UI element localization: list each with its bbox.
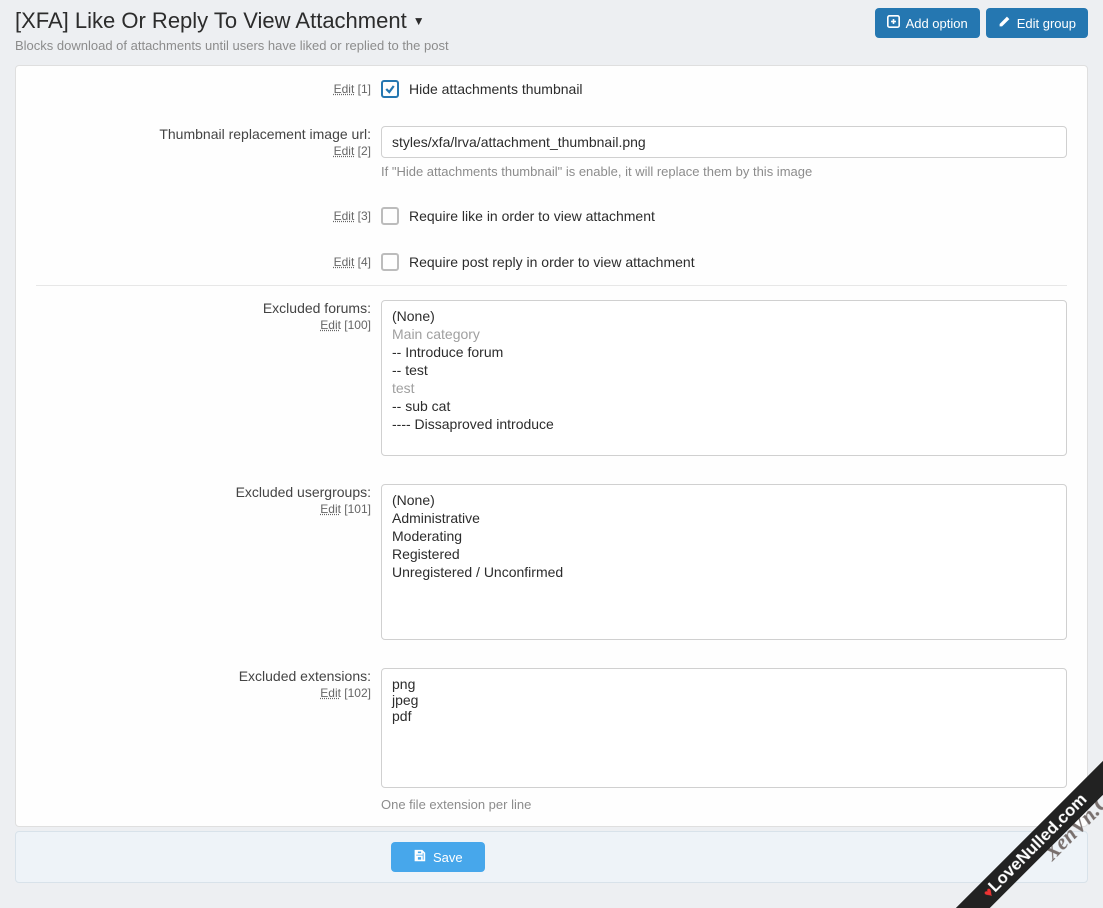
listbox-option[interactable]: -- test — [392, 361, 1056, 379]
edit-link-101[interactable]: Edit — [320, 502, 341, 516]
excluded-extensions-title: Excluded extensions: — [16, 668, 371, 684]
thumbnail-url-input[interactable] — [381, 126, 1067, 158]
listbox-option[interactable]: (None) — [392, 307, 1056, 325]
edit-link-4[interactable]: Edit — [334, 255, 355, 269]
add-option-label: Add option — [906, 16, 968, 31]
row-require-like: Edit [3] Require like in order to view a… — [16, 193, 1087, 239]
hide-thumbnail-checkbox[interactable]: Hide attachments thumbnail — [381, 80, 1067, 98]
excluded-extensions-textarea[interactable] — [381, 668, 1067, 788]
edit-link-100[interactable]: Edit — [320, 318, 341, 332]
page-header: [XFA] Like Or Reply To View Attachment ▼… — [0, 0, 1103, 65]
save-button[interactable]: Save — [391, 842, 485, 872]
edit-num-4: [4] — [358, 255, 371, 269]
plus-square-icon — [887, 15, 900, 31]
edit-group-button[interactable]: Edit group — [986, 8, 1088, 38]
excluded-extensions-help: One file extension per line — [381, 797, 1067, 812]
excluded-forums-listbox[interactable]: (None)Main category-- Introduce forum-- … — [381, 300, 1067, 456]
listbox-option[interactable]: (None) — [392, 491, 1056, 509]
listbox-option[interactable]: -- Introduce forum — [392, 343, 1056, 361]
settings-panel: Edit [1] Hide attachments thumbnail Thum… — [15, 65, 1088, 827]
thumbnail-url-title: Thumbnail replacement image url: — [16, 126, 371, 142]
edit-num-100: [100] — [344, 318, 371, 332]
edit-group-label: Edit group — [1017, 16, 1076, 31]
checkbox-checked-icon — [381, 80, 399, 98]
edit-link-1[interactable]: Edit — [334, 82, 355, 96]
add-option-button[interactable]: Add option — [875, 8, 980, 38]
listbox-option[interactable]: Unregistered / Unconfirmed — [392, 563, 1056, 581]
row-excluded-usergroups: Excluded usergroups: Edit [101] (None)Ad… — [16, 470, 1087, 654]
edit-num-1: [1] — [358, 82, 371, 96]
edit-num-3: [3] — [358, 209, 371, 223]
row-require-reply: Edit [4] Require post reply in order to … — [16, 239, 1087, 285]
edit-num-102: [102] — [344, 686, 371, 700]
listbox-option[interactable]: ---- Dissaproved introduce — [392, 415, 1056, 433]
pencil-icon — [998, 15, 1011, 31]
hide-thumbnail-label: Hide attachments thumbnail — [409, 81, 583, 97]
page-title-text: [XFA] Like Or Reply To View Attachment — [15, 8, 407, 34]
listbox-option[interactable]: -- sub cat — [392, 397, 1056, 415]
row-excluded-forums: Excluded forums: Edit [100] (None)Main c… — [16, 286, 1087, 470]
page-description: Blocks download of attachments until use… — [15, 38, 875, 53]
excluded-usergroups-listbox[interactable]: (None)AdministrativeModeratingRegistered… — [381, 484, 1067, 640]
row-hide-thumbnail: Edit [1] Hide attachments thumbnail — [16, 66, 1087, 112]
thumbnail-url-help: If "Hide attachments thumbnail" is enabl… — [381, 164, 1067, 179]
edit-link-2[interactable]: Edit — [334, 144, 355, 158]
require-like-label: Require like in order to view attachment — [409, 208, 655, 224]
footer-bar: Save — [15, 831, 1088, 883]
row-excluded-extensions: Excluded extensions: Edit [102] One file… — [16, 654, 1087, 826]
listbox-option[interactable]: Main category — [392, 325, 1056, 343]
caret-down-icon: ▼ — [413, 14, 425, 28]
checkbox-unchecked-icon — [381, 253, 399, 271]
save-label: Save — [433, 850, 463, 865]
edit-link-3[interactable]: Edit — [334, 209, 355, 223]
row-thumbnail-url: Thumbnail replacement image url: Edit [2… — [16, 112, 1087, 193]
excluded-forums-title: Excluded forums: — [16, 300, 371, 316]
page-title[interactable]: [XFA] Like Or Reply To View Attachment ▼ — [15, 8, 875, 34]
listbox-option[interactable]: Administrative — [392, 509, 1056, 527]
listbox-option[interactable]: Moderating — [392, 527, 1056, 545]
edit-link-102[interactable]: Edit — [320, 686, 341, 700]
edit-num-2: [2] — [358, 144, 371, 158]
listbox-option[interactable]: test — [392, 379, 1056, 397]
require-reply-checkbox[interactable]: Require post reply in order to view atta… — [381, 253, 1067, 271]
require-reply-label: Require post reply in order to view atta… — [409, 254, 695, 270]
require-like-checkbox[interactable]: Require like in order to view attachment — [381, 207, 1067, 225]
excluded-usergroups-title: Excluded usergroups: — [16, 484, 371, 500]
listbox-option[interactable]: Registered — [392, 545, 1056, 563]
checkbox-unchecked-icon — [381, 207, 399, 225]
save-icon — [413, 849, 426, 865]
edit-num-101: [101] — [344, 502, 371, 516]
